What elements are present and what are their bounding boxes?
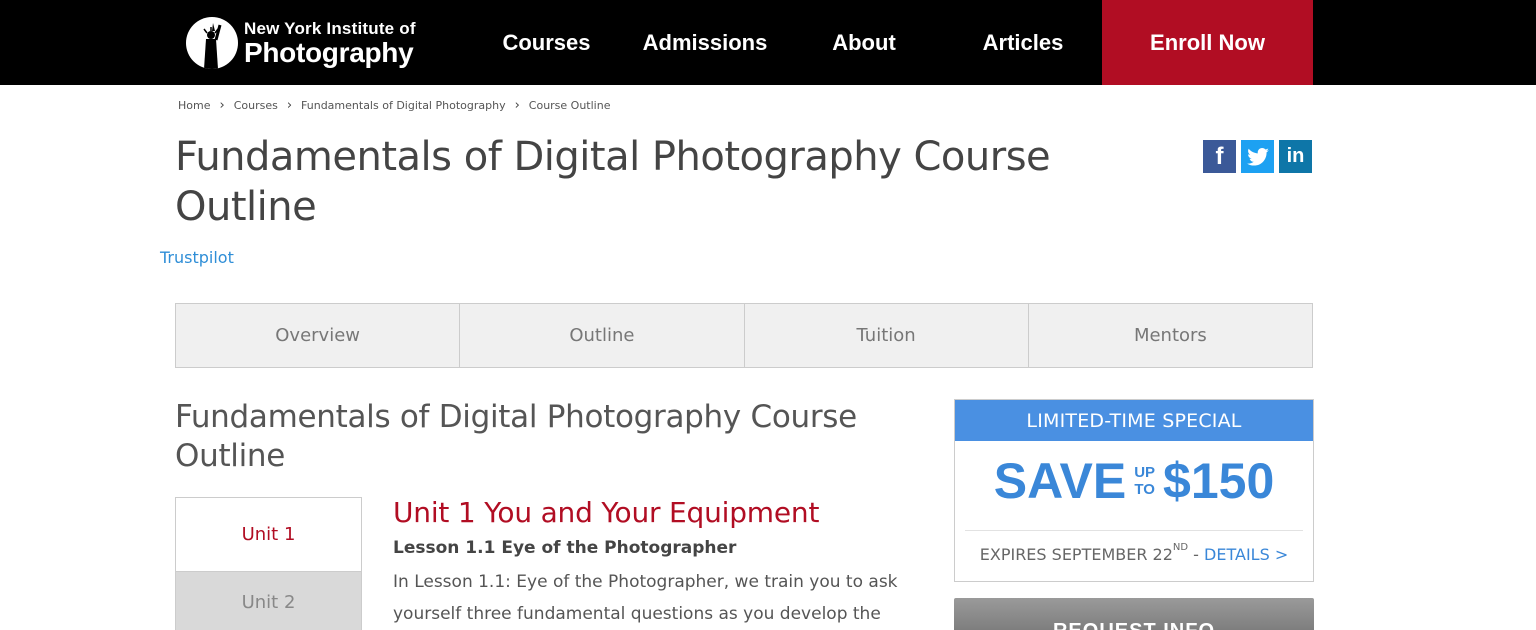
trustpilot-link[interactable]: Trustpilot [160,248,234,267]
twitter-share-icon[interactable] [1241,140,1274,173]
promo-header: LIMITED-TIME SPECIAL [955,400,1313,441]
promo-save-word: SAVE [993,453,1127,509]
breadcrumb-home[interactable]: Home [178,99,210,112]
request-info-button[interactable]: REQUEST INFO [954,598,1314,630]
site-logo[interactable]: New York Institute of Photography [186,16,416,70]
chevron-right-icon: › [286,98,293,113]
promo-expiry: EXPIRES SEPTEMBER 22ND - DETAILS > [955,542,1313,564]
nav-courses[interactable]: Courses [500,0,593,85]
tab-overview[interactable]: Overview [176,304,461,367]
linkedin-letters: in [1286,145,1305,167]
enroll-now-button[interactable]: Enroll Now [1102,0,1313,85]
promo-up: UP [1134,464,1156,481]
promo-details-link[interactable]: DETAILS > [1204,545,1288,564]
course-tabs: Overview Outline Tuition Mentors [175,303,1313,368]
lesson-title: Lesson 1.1 Eye of the Photographer [393,538,737,558]
promo-savings: SAVE UP TO $150 [955,456,1313,506]
promo-expiry-ordinal: ND [1172,542,1189,553]
breadcrumb: Home › Courses › Fundamentals of Digital… [178,98,610,113]
chevron-right-icon: › [219,98,225,113]
promo-expiry-separator: - [1188,545,1205,564]
breadcrumb-courses[interactable]: Courses [234,99,278,112]
page-title: Fundamentals of Digital Photography Cour… [175,134,1051,230]
linkedin-share-icon[interactable]: in [1279,140,1312,173]
chevron-right-icon: › [514,98,520,113]
promo-to: TO [1134,481,1155,498]
tab-tuition[interactable]: Tuition [745,304,1029,367]
logo-line-2: Photography [244,36,414,68]
logo-line-1: New York Institute of [244,18,416,38]
statue-of-liberty-logo-icon [186,17,238,69]
promo-up-to: UP TO [1134,464,1155,498]
limited-time-special-box: LIMITED-TIME SPECIAL SAVE UP TO $150 EXP… [954,399,1314,582]
section-title: Fundamentals of Digital Photography Cour… [175,399,857,474]
facebook-letter: f [1215,142,1224,170]
tab-mentors[interactable]: Mentors [1029,304,1312,367]
promo-expiry-text: EXPIRES SEPTEMBER 22 [979,545,1173,564]
promo-divider [965,530,1303,531]
breadcrumb-current: Course Outline [528,99,611,112]
facebook-share-icon[interactable]: f [1203,140,1236,173]
nav-admissions[interactable]: Admissions [640,0,770,85]
unit-heading: Unit 1 You and Your Equipment [393,496,820,529]
unit-1-tab[interactable]: Unit 1 [175,497,362,572]
unit-2-tab[interactable]: Unit 2 [175,572,362,630]
nav-about[interactable]: About [828,0,900,85]
breadcrumb-course[interactable]: Fundamentals of Digital Photography [301,99,506,112]
lesson-description: In Lesson 1.1: Eye of the Photographer, … [393,572,898,624]
promo-amount: $150 [1163,453,1275,509]
top-navigation-bar: New York Institute of Photography Course… [0,0,1536,85]
nav-articles[interactable]: Articles [978,0,1068,85]
tab-outline[interactable]: Outline [460,304,745,367]
